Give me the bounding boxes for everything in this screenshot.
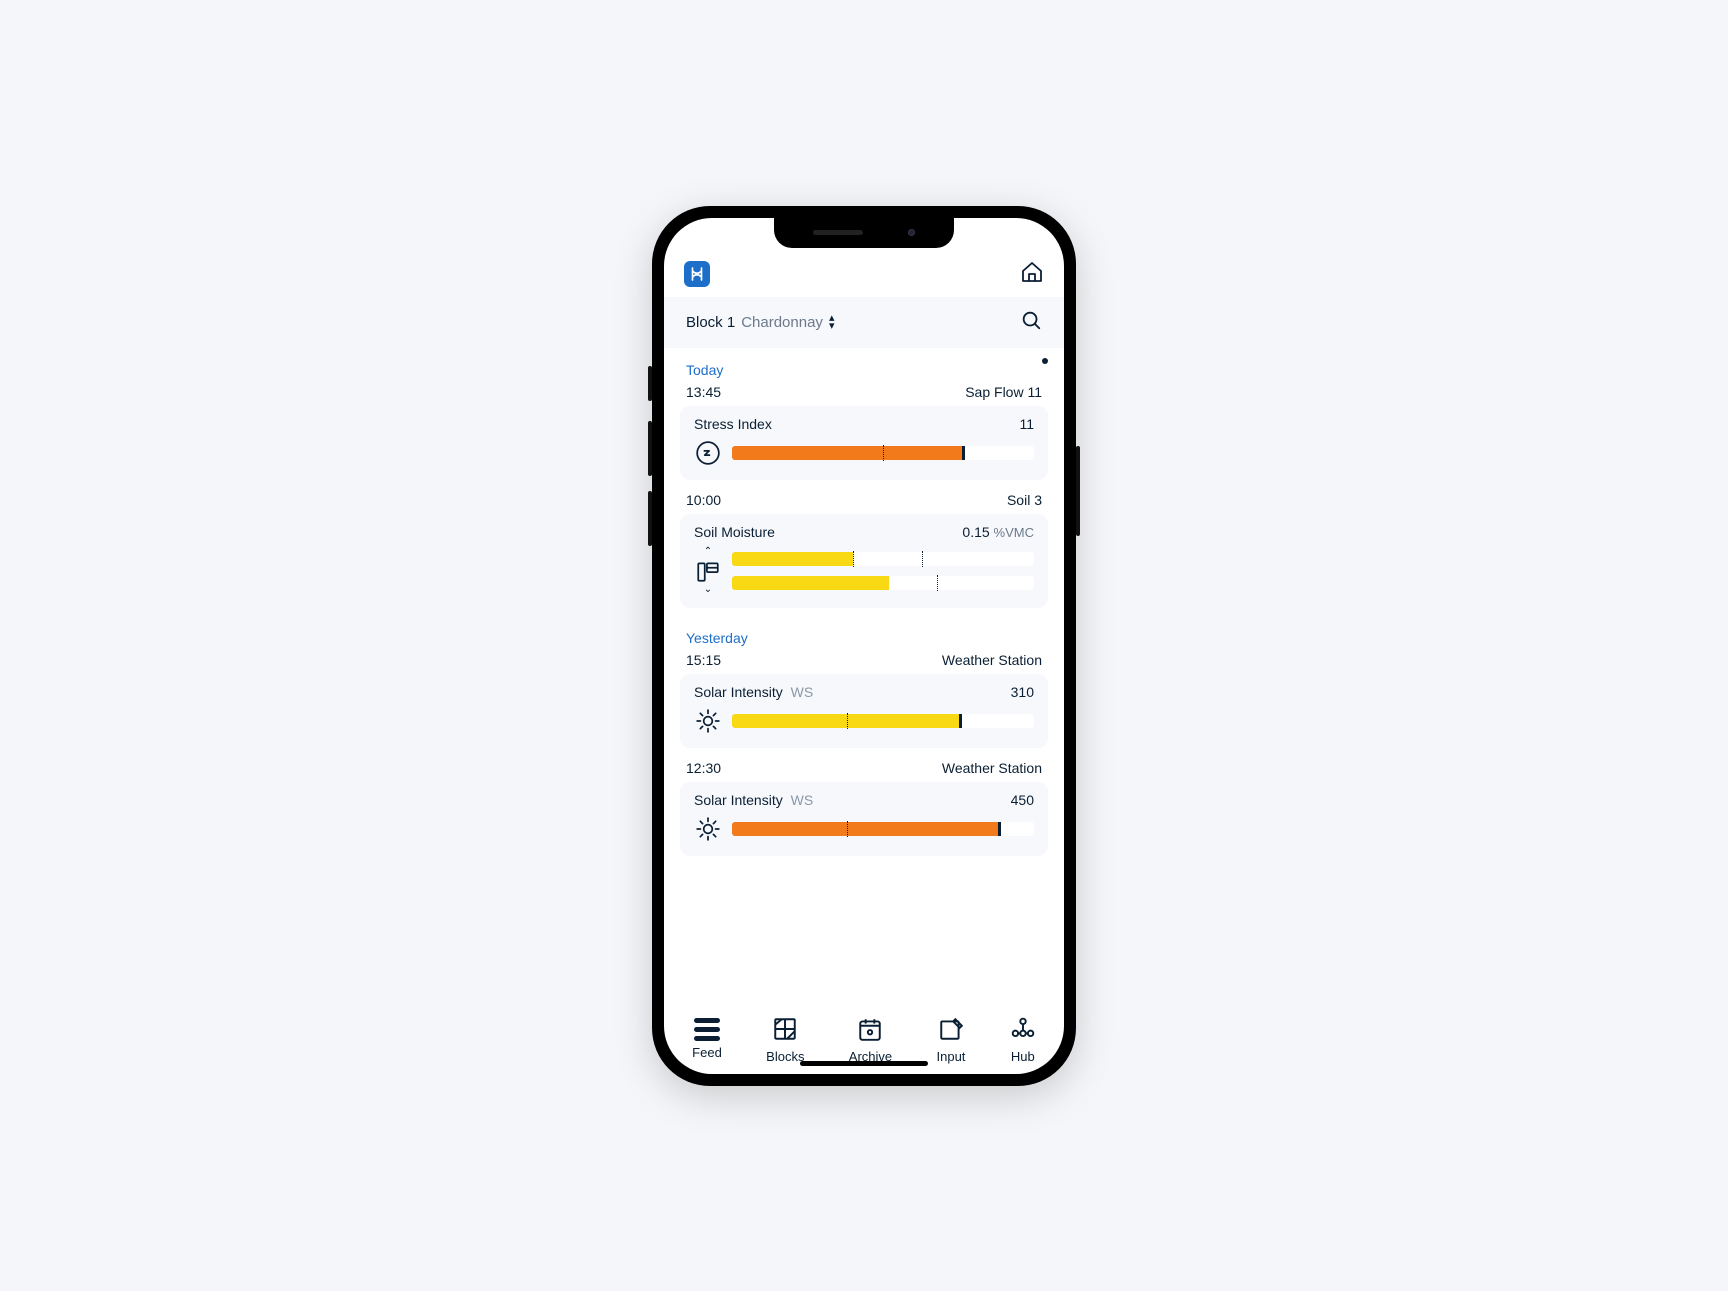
blocks-icon xyxy=(772,1016,798,1045)
bar-track xyxy=(732,822,1034,836)
phone-vol-down xyxy=(648,491,652,546)
hub-icon xyxy=(1010,1016,1036,1045)
archive-icon xyxy=(857,1016,883,1045)
metric-name: Stress Index xyxy=(694,416,772,432)
phone-vol-up xyxy=(648,421,652,476)
card-head: Solar Intensity WS 310 xyxy=(694,684,1034,700)
metric-value: 0.15 xyxy=(962,524,989,540)
bar-track xyxy=(732,552,1034,566)
card-head: Solar Intensity WS 450 xyxy=(694,792,1034,808)
phone-camera xyxy=(908,229,915,236)
phone-mute-switch xyxy=(648,366,652,401)
chevron-down-icon[interactable]: ⌄ xyxy=(704,586,712,594)
bar-track xyxy=(732,714,1034,728)
day-label: Yesterday xyxy=(680,630,1048,646)
selector-caret-icon: ▴▾ xyxy=(829,314,835,330)
block-selector-row: Block 1 Chardonnay ▴▾ xyxy=(664,297,1064,348)
zz-icon xyxy=(694,440,722,466)
search-icon[interactable] xyxy=(1020,309,1042,336)
entry-time-row: 10:00 Soil 3 xyxy=(680,490,1048,514)
card-head: Soil Moisture 0.15 %VMC xyxy=(694,524,1034,540)
phone-power-btn xyxy=(1076,446,1080,536)
phone-notch xyxy=(774,218,954,248)
entry-source: Sap Flow 11 xyxy=(965,384,1042,400)
entry-time-row: 12:30 Weather Station xyxy=(680,758,1048,782)
tab-input[interactable]: Input xyxy=(937,1016,966,1064)
home-icon[interactable] xyxy=(1020,260,1044,289)
metric-sub: WS xyxy=(791,792,814,808)
card-head: Stress Index 11 xyxy=(694,416,1034,432)
entry-source: Weather Station xyxy=(942,652,1042,668)
metric-value: 310 xyxy=(1011,684,1034,700)
soil-depth-icon: ⌃ ⌄ xyxy=(694,548,722,594)
feed-scroll[interactable]: Today 13:45 Sap Flow 11 Stress Index 11 xyxy=(664,348,1064,1006)
tab-label: Hub xyxy=(1011,1049,1035,1064)
metric-value: 11 xyxy=(1019,416,1034,432)
phone-speaker xyxy=(813,230,863,235)
day-label: Today xyxy=(680,362,1048,378)
metric-name: Solar Intensity xyxy=(694,684,783,700)
entry-time: 13:45 xyxy=(686,384,721,400)
metric-name: Solar Intensity xyxy=(694,792,783,808)
metric-card-solar[interactable]: Solar Intensity WS 450 xyxy=(680,782,1048,856)
tab-label: Input xyxy=(937,1049,966,1064)
block-selector[interactable]: Block 1 Chardonnay ▴▾ xyxy=(686,314,834,331)
metric-card-solar[interactable]: Solar Intensity WS 310 xyxy=(680,674,1048,748)
metric-value: 450 xyxy=(1011,792,1034,808)
entry-time: 12:30 xyxy=(686,760,721,776)
tab-blocks[interactable]: Blocks xyxy=(766,1016,804,1064)
metric-name: Soil Moisture xyxy=(694,524,775,540)
metric-sub: WS xyxy=(791,684,814,700)
sun-icon xyxy=(694,816,722,842)
bar-track xyxy=(732,446,1034,460)
sun-icon xyxy=(694,708,722,734)
entry-time-row: 13:45 Sap Flow 11 xyxy=(680,382,1048,406)
block-name: Block 1 xyxy=(686,314,735,331)
entry-time: 10:00 xyxy=(686,492,721,508)
entry-time: 15:15 xyxy=(686,652,721,668)
input-icon xyxy=(938,1016,964,1045)
entry-source: Soil 3 xyxy=(1007,492,1042,508)
bar-track xyxy=(732,576,1034,590)
tab-feed[interactable]: Feed xyxy=(692,1016,722,1064)
screen: Block 1 Chardonnay ▴▾ Today 13:45 Sap Fl… xyxy=(664,218,1064,1074)
tab-archive[interactable]: Archive xyxy=(849,1016,892,1064)
tab-label: Blocks xyxy=(766,1049,804,1064)
chevron-up-icon[interactable]: ⌃ xyxy=(704,548,712,556)
entry-time-row: 15:15 Weather Station xyxy=(680,650,1048,674)
block-variety: Chardonnay xyxy=(741,314,823,331)
tab-hub[interactable]: Hub xyxy=(1010,1016,1036,1064)
metric-card-stress[interactable]: Stress Index 11 xyxy=(680,406,1048,480)
home-indicator[interactable] xyxy=(800,1061,928,1066)
app-logo[interactable] xyxy=(684,261,710,287)
metric-unit: %VMC xyxy=(994,525,1034,540)
scroll-indicator-dot xyxy=(1042,358,1048,364)
phone-frame: Block 1 Chardonnay ▴▾ Today 13:45 Sap Fl… xyxy=(652,206,1076,1086)
entry-source: Weather Station xyxy=(942,760,1042,776)
tab-label: Feed xyxy=(692,1045,722,1060)
metric-card-soil[interactable]: Soil Moisture 0.15 %VMC ⌃ ⌄ xyxy=(680,514,1048,608)
feed-icon xyxy=(694,1016,720,1041)
